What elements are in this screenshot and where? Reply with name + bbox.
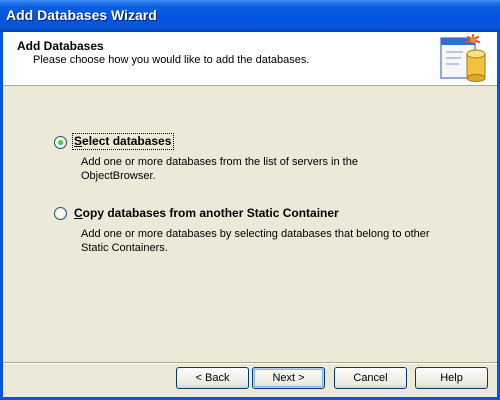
button-separator	[3, 362, 497, 364]
description-line: Add one or more databases from the list …	[81, 156, 358, 168]
radio-selected-dot	[58, 140, 63, 145]
radio-select-databases[interactable]	[54, 136, 67, 149]
mnemonic-letter: C	[74, 206, 83, 220]
help-button[interactable]: Help	[415, 367, 488, 389]
radio-copy-databases[interactable]	[54, 207, 67, 220]
label-text: elect databases	[82, 134, 172, 148]
label-text: opy databases from another Static Contai…	[82, 206, 339, 220]
wizard-header: Add Databases Please choose how you woul…	[3, 32, 497, 86]
cancel-button[interactable]: Cancel	[334, 367, 407, 389]
description-line: ObjectBrowser.	[81, 170, 156, 182]
header-title: Add Databases	[17, 39, 104, 53]
header-subtitle: Please choose how you would like to add …	[33, 54, 310, 66]
option-label-copy-databases[interactable]: Copy databases from another Static Conta…	[74, 206, 339, 220]
option-description-select-databases: Add one or more databases from the list …	[81, 155, 441, 183]
back-button[interactable]: < Back	[176, 367, 249, 389]
window-title: Add Databases Wizard	[6, 7, 157, 23]
database-sparkle-icon	[440, 34, 486, 82]
description-line: Add one or more databases by selecting d…	[81, 228, 430, 240]
mnemonic-letter: S	[74, 134, 83, 148]
title-bar[interactable]: Add Databases Wizard	[0, 0, 500, 32]
wizard-window: Add Databases Wizard Add Databases Pleas…	[0, 0, 500, 400]
next-button[interactable]: Next >	[252, 367, 325, 389]
option-description-copy-databases: Add one or more databases by selecting d…	[81, 227, 441, 255]
description-line: Static Containers.	[81, 242, 168, 254]
option-label-select-databases[interactable]: Select databases	[74, 134, 171, 148]
